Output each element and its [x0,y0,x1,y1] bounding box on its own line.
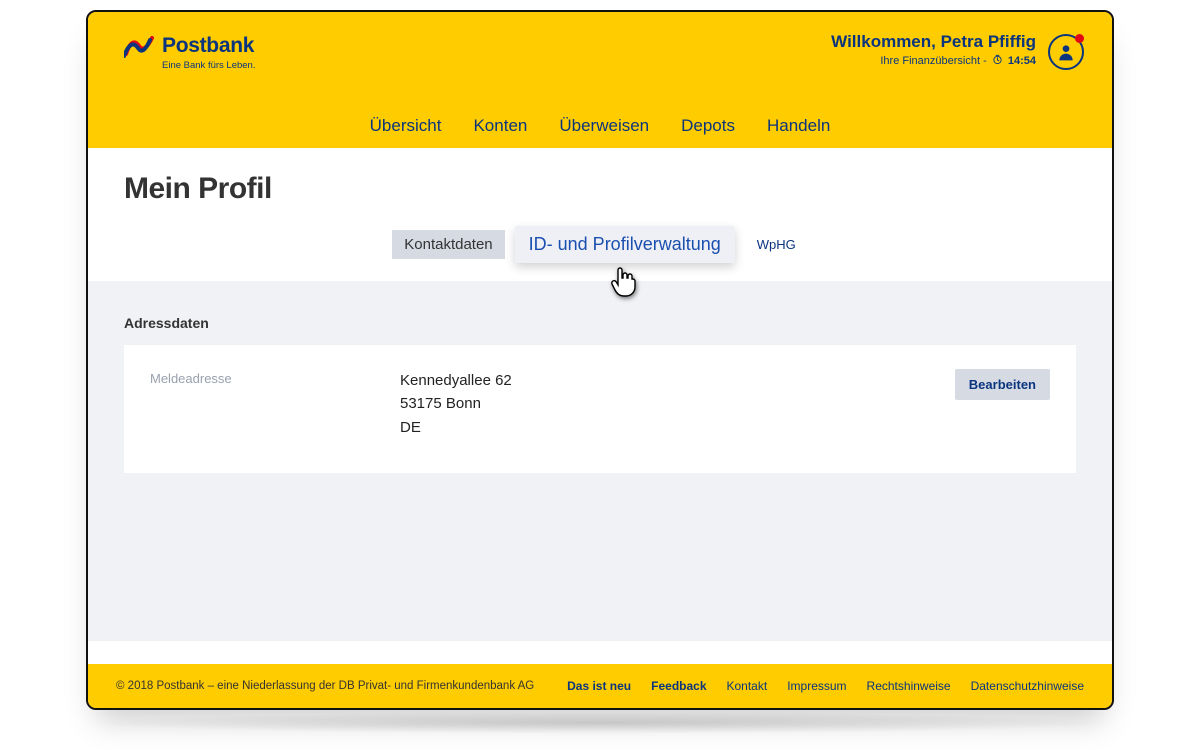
brand-tagline: Eine Bank fürs Leben. [162,60,255,71]
clock-icon [992,54,1003,68]
address-field-label: Meldeadresse [150,369,360,386]
address-line1: Kennedyallee 62 [400,369,890,392]
app-window: Postbank Eine Bank fürs Leben. Willkomme… [86,10,1114,710]
welcome-subline-prefix: Ihre Finanzübersicht - [880,55,989,67]
tab-wphg[interactable]: WpHG [745,231,808,258]
section-heading: Adressdaten [124,315,1076,331]
tab-kontaktdaten[interactable]: Kontaktdaten [392,230,504,259]
footer-link-impressum[interactable]: Impressum [787,679,846,693]
brand-name: Postbank [162,34,254,58]
footer-link-neu[interactable]: Das ist neu [567,679,631,693]
welcome-block: Willkommen, Petra Pfiffig Ihre Finanzübe… [831,32,1084,70]
tab-id-profilverwaltung[interactable]: ID- und Profilverwaltung [515,226,735,263]
welcome-subline: Ihre Finanzübersicht - 14:54 [831,54,1036,68]
footer-link-kontakt[interactable]: Kontakt [727,679,768,693]
address-line2: 53175 Bonn [400,392,890,415]
main-nav: Übersicht Konten Überweisen Depots Hande… [88,116,1112,136]
session-time: 14:54 [1008,55,1036,67]
content-body: Adressdaten Meldeadresse Kennedyallee 62… [88,281,1112,641]
footer-link-datenschutz[interactable]: Datenschutzhinweise [971,679,1084,693]
header: Postbank Eine Bank fürs Leben. Willkomme… [88,12,1112,148]
footer-copyright: © 2018 Postbank – eine Niederlassung der… [116,680,534,692]
nav-uebersicht[interactable]: Übersicht [370,116,442,136]
postbank-logo-icon [124,34,154,58]
nav-ueberweisen[interactable]: Überweisen [559,116,649,136]
profile-subtabs: Kontaktdaten ID- und Profilverwaltung Wp… [124,226,1076,263]
nav-depots[interactable]: Depots [681,116,735,136]
edit-button[interactable]: Bearbeiten [955,369,1050,400]
person-icon [1056,42,1076,62]
footer-link-rechtshinweise[interactable]: Rechtshinweise [867,679,951,693]
nav-konten[interactable]: Konten [473,116,527,136]
welcome-greeting: Willkommen, Petra Pfiffig [831,32,1036,52]
footer: © 2018 Postbank – eine Niederlassung der… [88,664,1112,708]
page-title: Mein Profil [124,172,1076,206]
footer-link-feedback[interactable]: Feedback [651,679,706,693]
address-value: Kennedyallee 62 53175 Bonn DE [400,369,890,439]
content-header: Mein Profil Kontaktdaten ID- und Profilv… [88,148,1112,281]
user-avatar[interactable] [1048,34,1084,70]
nav-handeln[interactable]: Handeln [767,116,830,136]
address-line3: DE [400,416,890,439]
address-card: Meldeadresse Kennedyallee 62 53175 Bonn … [124,345,1076,473]
brand-logo[interactable]: Postbank [124,34,254,58]
